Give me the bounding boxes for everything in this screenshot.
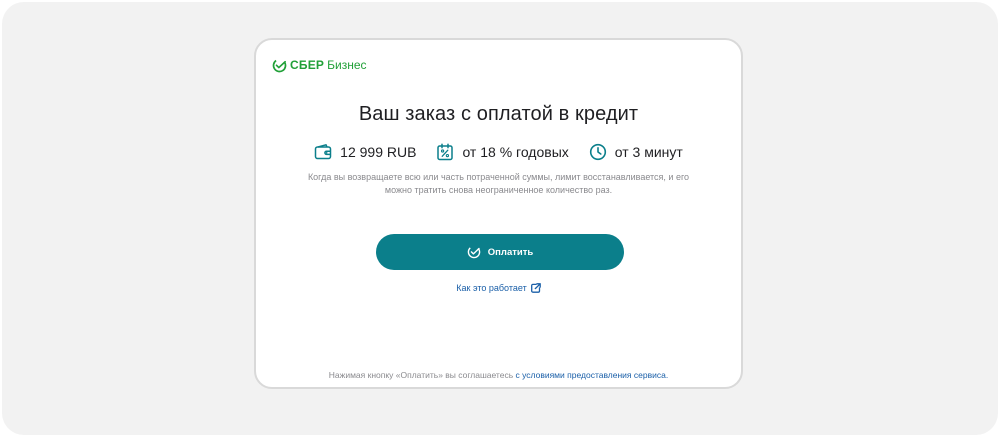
how-it-works-label[interactable]: Как это работает	[456, 283, 526, 293]
how-it-works-link[interactable]: Как это работает	[256, 283, 741, 293]
sber-logo-icon	[272, 58, 287, 72]
feature-time: от 3 минут	[589, 143, 683, 161]
check-circle-icon	[467, 245, 481, 259]
page-title: Ваш заказ с оплатой в кредит	[358, 103, 639, 125]
feature-time-text: от 3 минут	[614, 144, 683, 160]
calendar-percent-icon	[437, 143, 454, 161]
consent-text: Нажимая кнопку «Оплатить» вы соглашаетес…	[328, 370, 514, 380]
feature-rate-text: от 18 % годовых	[462, 144, 569, 160]
logo-business-text: Бизнес	[327, 58, 367, 72]
sber-business-logo: СБЕР Бизнес	[272, 57, 367, 73]
pay-button-label: Оплатить	[487, 246, 534, 258]
clock-icon	[589, 143, 606, 161]
logo-sber-text: СБЕР	[290, 58, 325, 72]
terms-link[interactable]: с условиями предоставления сервиса.	[516, 370, 669, 380]
external-link-icon[interactable]	[530, 283, 541, 293]
credit-features: 12 999 RUB от 18 % годовых от 3 минут	[256, 143, 741, 161]
payment-card: СБЕР Бизнес Ваш заказ с оплатой в кредит…	[254, 38, 743, 389]
feature-rate: от 18 % годовых	[436, 143, 569, 161]
pay-button[interactable]: Оплатить	[376, 234, 624, 270]
consent-footer: Нажимая кнопку «Оплатить» вы соглашаетес…	[256, 370, 741, 380]
feature-amount-text: 12 999 RUB	[340, 144, 417, 160]
limit-description: Когда вы возвращаете всю или часть потра…	[307, 172, 690, 195]
wallet-icon	[314, 144, 332, 160]
feature-amount: 12 999 RUB	[314, 143, 416, 161]
